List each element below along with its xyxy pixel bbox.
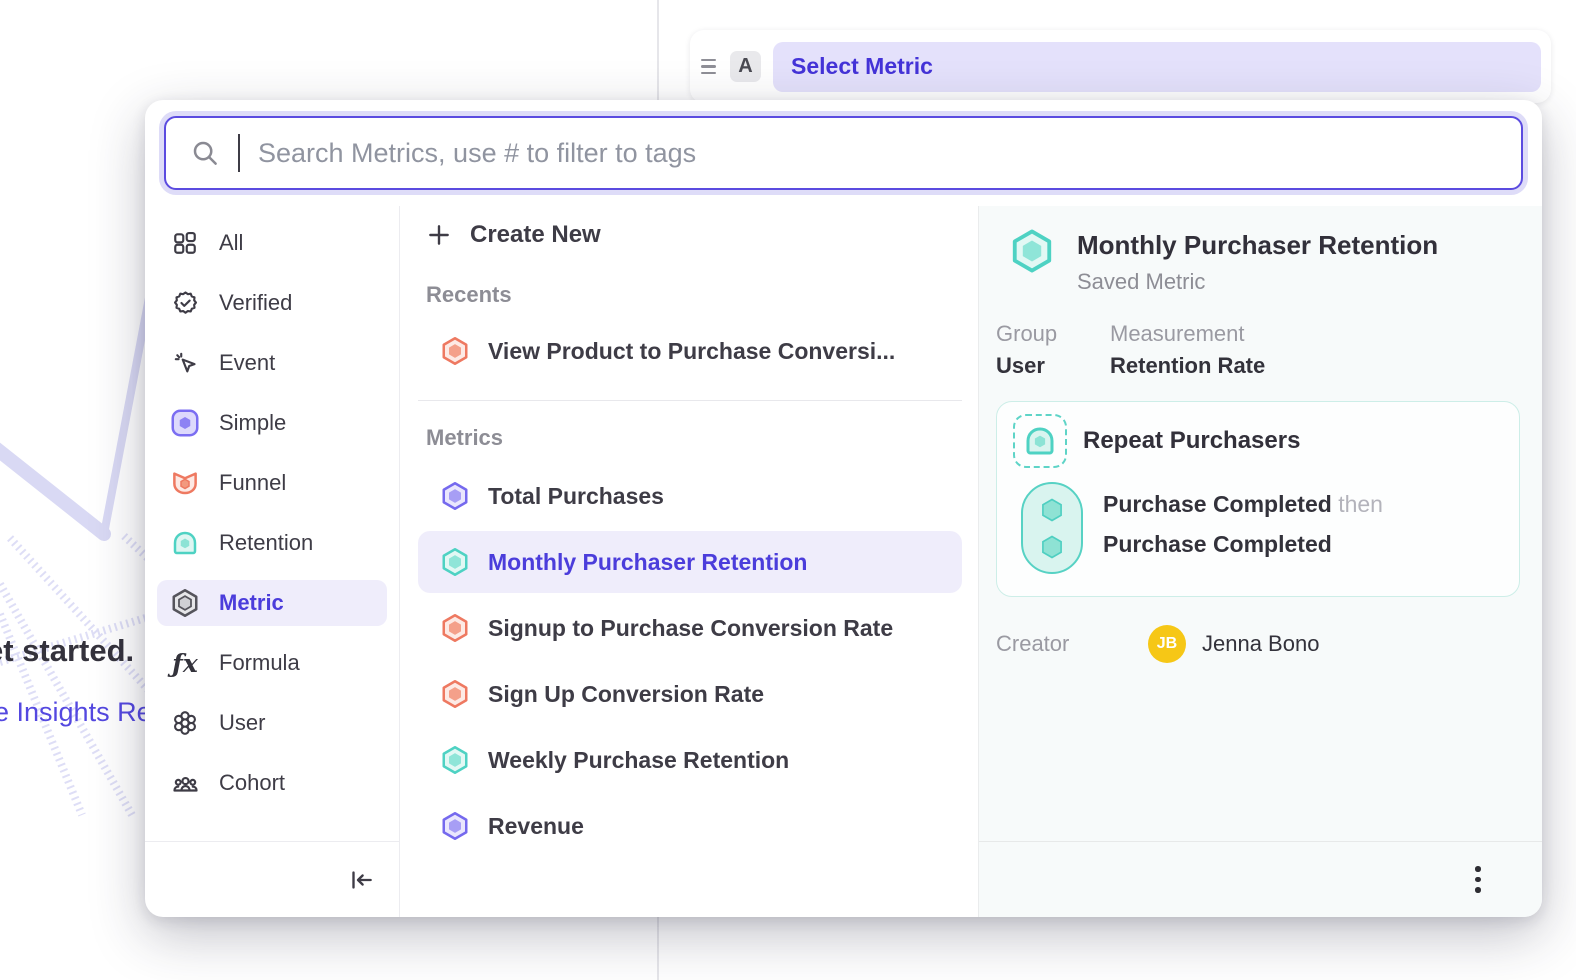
background-heading-fragment: et started. xyxy=(0,633,134,669)
retention-metric-hexagon-icon xyxy=(1009,228,1055,274)
filter-sidebar: All Verified Event xyxy=(145,206,400,917)
sidebar-item-simple[interactable]: Simple xyxy=(157,400,387,446)
background-insights-link-fragment[interactable]: e Insights Re xyxy=(0,697,152,728)
verified-badge-icon xyxy=(169,287,201,319)
sidebar-item-event[interactable]: Event xyxy=(157,340,387,386)
sidebar-item-user[interactable]: User xyxy=(157,700,387,746)
search-input[interactable] xyxy=(258,138,1497,169)
retention-definition-icon xyxy=(1013,414,1067,468)
metric-row-card: A Select Metric xyxy=(690,30,1551,103)
sidebar-item-metric[interactable]: Metric xyxy=(157,580,387,626)
detail-title: Monthly Purchaser Retention xyxy=(1077,230,1438,261)
series-a-badge: A xyxy=(730,51,761,82)
creator-name: Jenna Bono xyxy=(1202,631,1319,657)
collapse-left-icon xyxy=(346,865,376,895)
sidebar-item-all[interactable]: All xyxy=(157,220,387,266)
plus-icon xyxy=(426,222,452,248)
cohort-people-icon xyxy=(169,767,201,799)
create-new-button[interactable]: Create New xyxy=(400,212,978,258)
formula-icon: ƒx xyxy=(169,647,201,679)
funnel-metric-hexagon-icon xyxy=(440,679,470,709)
creator-label: Creator xyxy=(996,631,1128,657)
recent-item-view-product[interactable]: View Product to Purchase Conversi... xyxy=(418,320,962,382)
event-sequence-capsule xyxy=(1021,482,1083,574)
event-cursor-icon xyxy=(169,347,201,379)
funnel-metric-hexagon-icon xyxy=(440,613,470,643)
metric-item-weekly-purchase-retention[interactable]: Weekly Purchase Retention xyxy=(418,729,962,791)
detail-footer xyxy=(979,841,1542,917)
event-hexagon-icon xyxy=(1038,533,1066,561)
detail-header: Monthly Purchaser Retention Saved Metric xyxy=(979,228,1542,295)
sidebar-item-retention[interactable]: Retention xyxy=(157,520,387,566)
detail-type: Saved Metric xyxy=(1077,269,1438,295)
simple-metric-hexagon-icon xyxy=(440,811,470,841)
funnel-icon xyxy=(169,467,201,499)
funnel-metric-hexagon-icon xyxy=(440,336,470,366)
recents-section-label: Recents xyxy=(426,282,952,308)
sidebar-item-funnel[interactable]: Funnel xyxy=(157,460,387,506)
creator-avatar: JB xyxy=(1148,625,1186,663)
metric-item-sign-up-conversion[interactable]: Sign Up Conversion Rate xyxy=(418,663,962,725)
list-divider xyxy=(418,400,962,401)
text-caret xyxy=(238,134,240,172)
definition-title: Repeat Purchasers xyxy=(1083,427,1300,455)
metric-item-total-purchases[interactable]: Total Purchases xyxy=(418,465,962,527)
decorative-chart-lines xyxy=(0,270,152,830)
metrics-section-label: Metrics xyxy=(426,425,952,451)
group-field: Group User xyxy=(996,321,1086,379)
search-area xyxy=(145,100,1542,190)
definition-step-2: Purchase Completed xyxy=(1103,531,1383,558)
sidebar-footer xyxy=(145,841,399,917)
more-options-button[interactable] xyxy=(1458,860,1498,900)
metric-picker-modal: All Verified Event xyxy=(145,100,1542,917)
retention-arch-icon xyxy=(169,527,201,559)
simple-metric-icon xyxy=(169,407,201,439)
definition-card: Repeat Purchasers Purchase Completed the xyxy=(996,401,1520,597)
simple-metric-hexagon-icon xyxy=(440,481,470,511)
measurement-field: Measurement Retention Rate xyxy=(1110,321,1265,379)
search-icon xyxy=(190,138,220,168)
definition-step-1: Purchase Completed then xyxy=(1103,491,1383,518)
event-hexagon-icon xyxy=(1038,496,1066,524)
sidebar-item-formula[interactable]: ƒx Formula xyxy=(157,640,387,686)
collapse-sidebar-button[interactable] xyxy=(339,858,383,902)
retention-metric-hexagon-icon xyxy=(440,745,470,775)
detail-fields: Group User Measurement Retention Rate xyxy=(996,321,1542,379)
sidebar-item-verified[interactable]: Verified xyxy=(157,280,387,326)
sidebar-item-cohort[interactable]: Cohort xyxy=(157,760,387,806)
drag-handle-icon[interactable] xyxy=(698,59,718,74)
metric-hexagon-icon xyxy=(169,587,201,619)
retention-metric-hexagon-icon xyxy=(440,547,470,577)
creator-row: Creator JB Jenna Bono xyxy=(996,625,1542,663)
select-metric-pill[interactable]: Select Metric xyxy=(773,42,1541,92)
metric-item-signup-to-purchase[interactable]: Signup to Purchase Conversion Rate xyxy=(418,597,962,659)
user-cluster-icon xyxy=(169,707,201,739)
metric-item-revenue[interactable]: Revenue xyxy=(418,795,962,857)
metric-detail-panel: Monthly Purchaser Retention Saved Metric… xyxy=(978,206,1542,917)
metric-item-monthly-purchaser-retention[interactable]: Monthly Purchaser Retention xyxy=(418,531,962,593)
grid-icon xyxy=(169,227,201,259)
search-box[interactable] xyxy=(164,116,1523,190)
metric-list-column: Create New Recents View Product to Purch… xyxy=(400,206,978,917)
